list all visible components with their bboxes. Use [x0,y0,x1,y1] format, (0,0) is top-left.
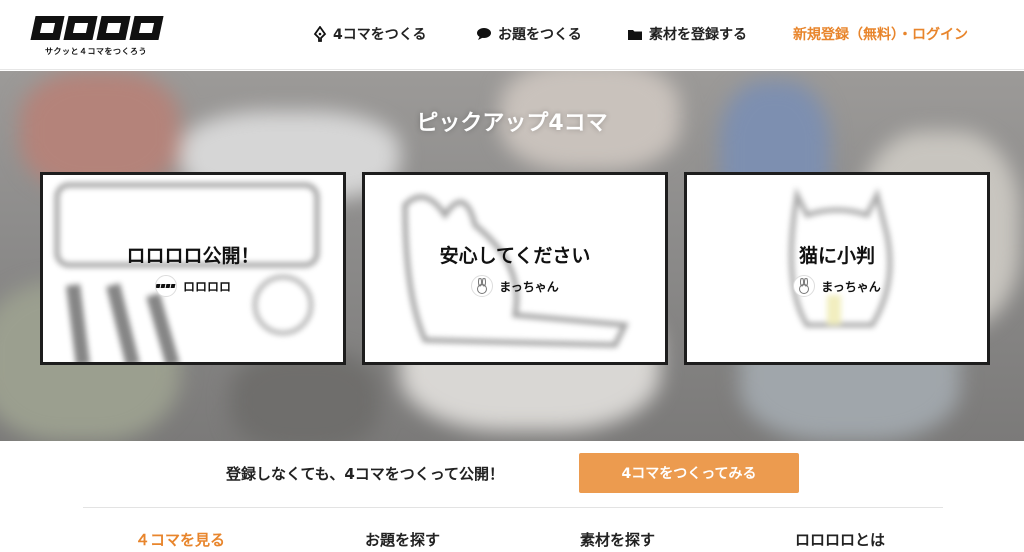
pickup-hero: ピックアップ4コマ ロロロロ公開！ ロロロロ 安心してください まっちゃん 猫に… [0,71,1024,441]
site-header: サクッと４コマをつくろう 4コマをつくる お題をつくる 素材を登録する 新規登録… [0,0,1024,70]
rabbit-icon [477,278,488,294]
logo-mark [30,16,164,40]
card-author[interactable]: まっちゃん [365,275,665,297]
card-author[interactable]: まっちゃん [687,275,987,297]
card-author[interactable]: ロロロロ [43,275,343,297]
site-logo[interactable]: サクッと４コマをつくろう [30,16,164,57]
pickup-title: ピックアップ4コマ [416,111,608,136]
speech-bubble-icon [476,27,492,41]
author-avatar [471,275,494,297]
tab-find-materials[interactable]: 素材を探す [580,529,655,550]
comic-thumbnail [687,175,987,362]
pen-nib-icon [313,26,327,42]
nav-topic-label: お題をつくる [498,27,582,43]
nav-register-material[interactable]: 素材を登録する [627,24,747,44]
comic-thumbnail [43,175,343,362]
nav-signup-login[interactable]: 新規登録（無料）・ログイン [793,24,968,44]
tab-view-comics[interactable]: ４コマを見る [135,529,225,550]
folder-icon [627,28,643,41]
card-title: 安心してください [439,245,591,267]
try-make-comic-button[interactable]: 4コマをつくってみる [579,453,799,493]
card-title: ロロロロ公開！ [126,245,260,267]
nav-material-label: 素材を登録する [649,27,747,43]
pickup-card[interactable]: ロロロロ公開！ ロロロロ [40,172,346,365]
author-name: ロロロロ [182,279,231,294]
tab-find-topics[interactable]: お題を探す [365,529,440,550]
comic-thumbnail [365,175,665,362]
nav-create-topic[interactable]: お題をつくる [476,24,582,44]
cta-text: 登録しなくても、4コマをつくって公開！ [226,465,505,483]
tab-about[interactable]: ロロロロとは [795,529,885,550]
nav-make-comic[interactable]: 4コマをつくる [313,24,426,44]
author-avatar [154,275,177,297]
logo-tagline: サクッと４コマをつくろう [45,47,147,56]
logo-mini-icon [156,284,176,288]
card-title: 猫に小判 [798,245,875,267]
nav-make-label: 4コマをつくる [333,27,427,43]
pickup-card[interactable]: 安心してください まっちゃん [362,172,668,365]
author-name: まっちゃん [499,279,559,294]
author-name: まっちゃん [821,279,881,294]
pickup-card[interactable]: 猫に小判 まっちゃん [684,172,990,365]
divider [83,507,943,508]
author-avatar [793,275,816,297]
rabbit-icon [799,278,810,294]
